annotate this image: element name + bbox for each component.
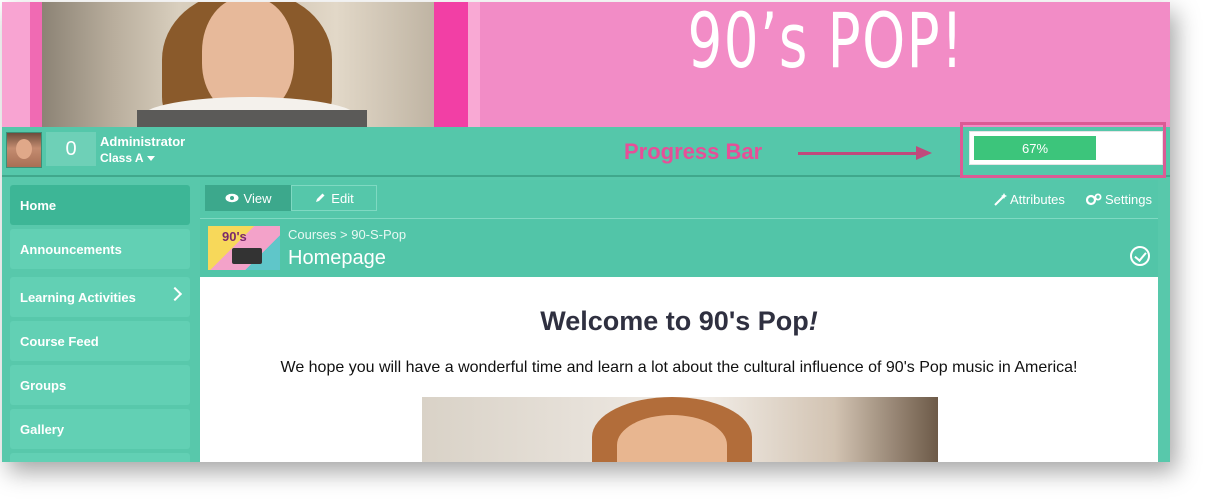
attributes-label: Attributes [1010,192,1065,207]
sidebar-item-label: Learning Activities [20,289,136,305]
tab-edit[interactable]: Edit [291,185,377,211]
settings-label: Settings [1105,192,1152,207]
banner-stripe [434,2,468,127]
page-header: 90's Courses > 90-S-Pop Homepage [200,218,1158,277]
annotation-arrow [798,152,918,155]
sidebar-item-more[interactable] [10,453,190,462]
progress-bar-fill: 67% [974,136,1096,160]
eye-icon [225,193,239,203]
sidebar-item-gallery[interactable]: Gallery [10,409,190,449]
pencil-icon [316,193,325,202]
user-name[interactable]: Administrator [100,134,185,149]
user-bar: 0 Administrator Class A Progress Bar 67% [2,122,1170,178]
scrollbar[interactable] [1158,180,1170,462]
app-window: 90’s POP! 0 Administrator Class A Progre… [2,2,1170,462]
sidebar-item-groups[interactable]: Groups [10,365,190,405]
banner-photo [42,2,434,127]
tab-edit-label: Edit [331,190,354,206]
banner-stripe [468,2,480,127]
sidebar-item-label: Announcements [20,241,122,257]
intro-text: We hope you will have a wonderful time a… [280,359,1078,376]
class-selector-label: Class A [100,151,144,165]
welcome-heading: Welcome to 90's Pop! [200,306,1158,337]
thumbnail-text: 90's [222,229,247,244]
chevron-right-icon [167,286,183,302]
sidebar: Home Announcements Learning Activities C… [2,177,200,462]
sidebar-item-label: Home [20,197,57,213]
sidebar-item-label: Groups [20,377,67,393]
tab-view-label: View [243,190,272,206]
page-toolbar: View Edit Attributes Settings [200,180,1158,218]
course-thumbnail: 90's [208,226,280,270]
annotation-arrow-head [916,146,932,160]
progress-bar-highlight: 67% [960,122,1166,178]
welcome-heading-text: Welcome to 90's Pop [540,306,809,336]
class-selector[interactable]: Class A [100,151,155,165]
caret-down-icon [146,156,155,162]
progress-bar-annotation: Progress Bar [624,139,763,164]
sidebar-item-learning-activities[interactable]: Learning Activities [10,277,190,317]
page-title: Homepage [288,247,386,269]
points-counter: 0 [46,132,96,166]
sidebar-item-course-feed[interactable]: Course Feed [10,321,190,361]
banner-title: 90’s POP! [687,2,965,85]
progress-bar: 67% [969,131,1163,165]
sidebar-item-label: Gallery [20,421,65,437]
breadcrumb[interactable]: Courses > 90-S-Pop [288,227,406,242]
sidebar-item-home[interactable]: Home [10,185,190,225]
settings-button[interactable]: Settings [1085,192,1152,207]
banner-stripe [30,2,42,127]
page-body: Welcome to 90's Pop! We hope you will ha… [200,277,1158,462]
gears-icon [1085,193,1102,206]
avatar[interactable] [6,132,42,168]
attributes-button[interactable]: Attributes [994,192,1065,207]
magic-wand-icon [994,193,1007,206]
photo-sweater [137,110,367,127]
boombox-image [232,248,262,264]
sidebar-item-label: Course Feed [20,333,99,349]
course-banner: 90’s POP! [2,2,1170,127]
welcome-heading-mark: ! [808,306,818,336]
sidebar-item-announcements[interactable]: Announcements [10,229,190,269]
check-circle-icon[interactable] [1130,246,1150,266]
welcome-image [422,397,938,462]
main-content: View Edit Attributes Settings 90's Cours… [200,180,1158,462]
tab-view[interactable]: View [205,185,291,211]
avatar-face [16,139,32,159]
